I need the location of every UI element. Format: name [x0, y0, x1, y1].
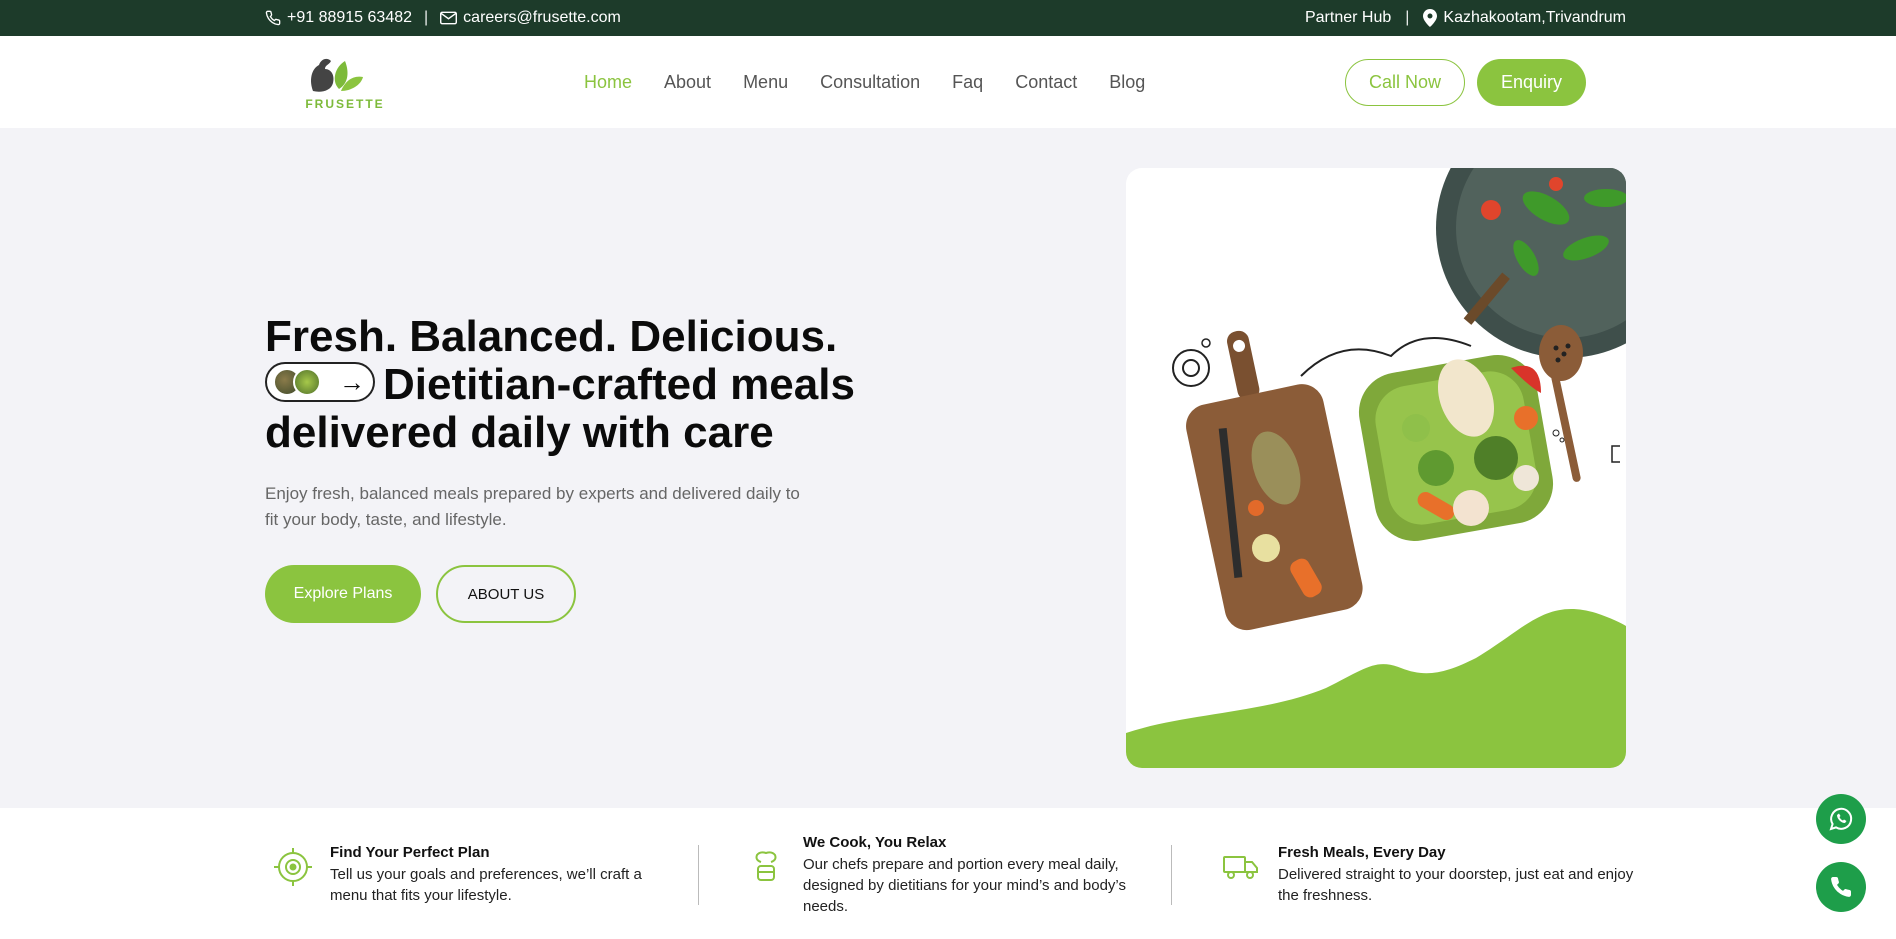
feature-text: Tell us your goals and preferences, we’l… [330, 866, 642, 904]
hero-pill-button[interactable]: → [265, 362, 375, 403]
logo-text: FRUSETTE [305, 97, 385, 111]
hero-title-line-3: delivered daily with care [265, 408, 774, 457]
avatar [293, 368, 321, 397]
divider: | [424, 9, 429, 26]
nav-home[interactable]: Home [584, 72, 632, 93]
hero-image [1126, 168, 1626, 768]
feature-item: We Cook, You Relax Our chefs prepare and… [743, 834, 1153, 917]
logo-icon [311, 58, 363, 92]
hero-title-line-2: Dietitian-crafted meals [383, 360, 855, 409]
divider [1171, 845, 1172, 905]
nav-blog[interactable]: Blog [1109, 72, 1145, 93]
mail-icon [440, 11, 458, 25]
email-link[interactable]: careers@frusette.com [440, 9, 621, 27]
email-address: careers@frusette.com [463, 9, 621, 26]
divider [698, 845, 699, 905]
nav-contact[interactable]: Contact [1015, 72, 1077, 93]
hero-title-line-1: Fresh. Balanced. Delicious. [265, 312, 838, 361]
hero-section: Fresh. Balanced. Delicious. → Dietitian-… [0, 128, 1896, 808]
feature-title: Find Your Perfect Plan [330, 844, 490, 861]
nav-consultation[interactable]: Consultation [820, 72, 920, 93]
site-header: FRUSETTE Home About Menu Consultation Fa… [0, 36, 1896, 128]
nav-about[interactable]: About [664, 72, 711, 93]
hero-subtitle: Enjoy fresh, balanced meals prepared by … [265, 484, 800, 529]
location-pin-icon [1423, 9, 1438, 27]
feature-item: Fresh Meals, Every Day Delivered straigh… [1218, 844, 1638, 906]
features-strip: Find Your Perfect Plan Tell us your goal… [0, 808, 1896, 939]
main-nav: Home About Menu Consultation Faq Contact… [584, 36, 1145, 128]
target-icon [270, 844, 316, 890]
chef-icon [743, 844, 789, 890]
phone-icon [265, 10, 281, 26]
call-button[interactable] [1816, 862, 1866, 912]
logo[interactable]: FRUSETTE [305, 51, 385, 115]
food-illustration [1126, 168, 1626, 768]
about-us-button[interactable]: ABOUT US [436, 565, 576, 623]
nav-menu[interactable]: Menu [743, 72, 788, 93]
divider: | [1405, 9, 1410, 26]
whatsapp-button[interactable] [1816, 794, 1866, 844]
phone-link[interactable]: +91 88915 63482 [265, 9, 412, 27]
partner-hub-link[interactable]: Partner Hub [1305, 9, 1391, 27]
phone-number: +91 88915 63482 [287, 9, 413, 26]
feature-text: Delivered straight to your doorstep, jus… [1278, 866, 1634, 904]
phone-icon [1831, 876, 1851, 897]
whatsapp-icon [1829, 807, 1853, 831]
feature-title: We Cook, You Relax [803, 834, 947, 851]
top-bar: +91 88915 63482 | careers@frusette.com P… [0, 0, 1896, 36]
enquiry-button[interactable]: Enquiry [1477, 59, 1586, 106]
explore-plans-button[interactable]: Explore Plans [265, 565, 421, 623]
call-now-button[interactable]: Call Now [1345, 59, 1465, 106]
location-link[interactable]: Kazhakootam,Trivandrum [1423, 9, 1626, 27]
truck-icon [1218, 844, 1264, 890]
location-text: Kazhakootam,Trivandrum [1443, 9, 1626, 26]
arrow-right-icon: → [339, 367, 365, 398]
feature-text: Our chefs prepare and portion every meal… [803, 856, 1126, 915]
feature-title: Fresh Meals, Every Day [1278, 844, 1446, 861]
feature-item: Find Your Perfect Plan Tell us your goal… [270, 844, 670, 906]
hero-title: Fresh. Balanced. Delicious. → Dietitian-… [265, 313, 945, 457]
nav-faq[interactable]: Faq [952, 72, 983, 93]
